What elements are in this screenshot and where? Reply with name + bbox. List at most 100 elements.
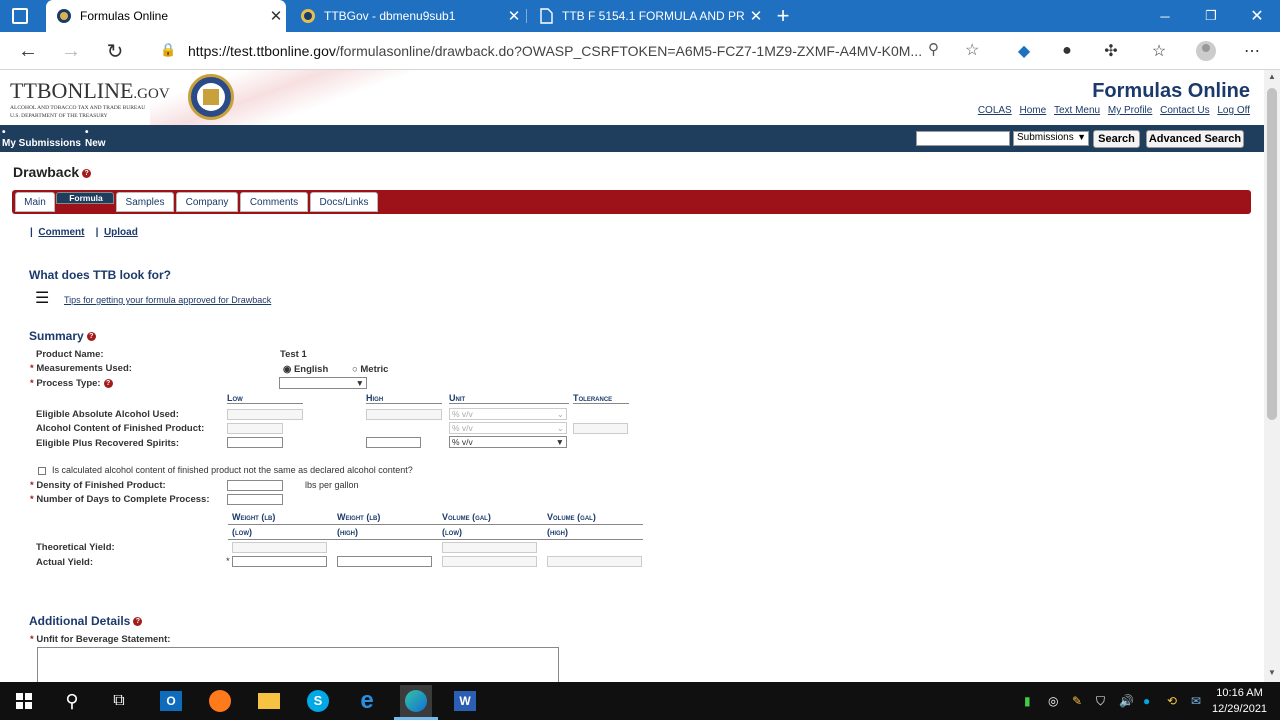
actual-volume-high-input[interactable] [547, 556, 642, 567]
search-input[interactable] [916, 131, 1010, 146]
close-tab-icon[interactable]: ✕ [266, 7, 286, 25]
tray-pen-icon[interactable]: ✎ [1072, 694, 1082, 708]
scrollbar-thumb[interactable] [1267, 88, 1277, 420]
nav-new[interactable]: • New [85, 127, 106, 149]
outlook-icon[interactable]: O [155, 685, 187, 717]
tips-link[interactable]: Tips for getting your formula approved f… [64, 295, 271, 305]
help-icon[interactable]: ? [86, 332, 96, 342]
link-colas[interactable]: COLAS [978, 105, 1012, 116]
eligible-abs-unit-select[interactable]: % v/v ⌄ [449, 408, 567, 420]
add-favorite-icon[interactable]: ☆ [965, 40, 979, 60]
back-button[interactable]: ← [14, 37, 42, 65]
tray-outlook-icon[interactable]: ✉ [1191, 694, 1201, 708]
nav-bar: • My Submissions • New Submissions ▼ Search… [0, 125, 1264, 152]
volume-icon[interactable]: 🔊 [1119, 694, 1134, 708]
tab-formula[interactable]: Formula [56, 192, 114, 204]
browser-tab-ttbgov[interactable]: TTBGov - dbmenu9sub1 ✕ [290, 0, 524, 32]
tab-main[interactable]: Main [15, 192, 55, 212]
nav-my-submissions[interactable]: • My Submissions [2, 127, 81, 149]
upload-link[interactable]: Upload [104, 227, 138, 238]
checkbox-icon[interactable] [38, 466, 46, 475]
theoretical-weight-low-input[interactable] [232, 542, 327, 553]
site-logo[interactable]: TTBONLINE.GOV ALCOHOL AND TOBACCO TAX AN… [10, 78, 170, 120]
favorites-icon[interactable]: ☆ [1145, 37, 1173, 65]
internet-explorer-icon[interactable]: e [351, 685, 383, 717]
extension-turtle-icon[interactable]: ● [1053, 37, 1081, 65]
alcohol-content-tolerance-input[interactable] [573, 423, 628, 434]
eligible-abs-high-input[interactable] [366, 409, 442, 420]
forward-button[interactable]: → [57, 37, 85, 65]
profile-avatar[interactable] [1192, 37, 1220, 65]
advanced-search-button[interactable]: Advanced Search [1146, 130, 1244, 148]
file-explorer-icon[interactable] [253, 685, 285, 717]
comment-link[interactable]: Comment [38, 227, 84, 238]
search-button[interactable]: Search [1093, 130, 1140, 148]
scroll-up-icon[interactable]: ▲ [1268, 72, 1276, 81]
browser-tab-ttb-f5154[interactable]: TTB F 5154.1 FORMULA AND PR ✕ [528, 0, 766, 32]
zoom-icon[interactable]: ⚲ [928, 40, 939, 58]
minimize-button[interactable]: ─ [1142, 0, 1188, 32]
skype-icon[interactable]: S [302, 685, 334, 717]
tab-company[interactable]: Company [176, 192, 238, 212]
metric-radio[interactable]: ○ Metric [352, 364, 388, 375]
eligible-plus-label: Eligible Plus Recovered Spirits: [36, 438, 180, 449]
help-icon[interactable]: ? [103, 378, 113, 388]
close-tab-icon[interactable]: ✕ [746, 7, 766, 25]
extensions-icon[interactable]: ✣ [1097, 37, 1125, 65]
windows-start-icon[interactable] [8, 685, 40, 717]
tray-chrome-icon[interactable]: ◎ [1048, 694, 1058, 708]
tab-samples[interactable]: Samples [116, 192, 174, 212]
eligible-plus-low-input[interactable] [227, 437, 283, 448]
eligible-abs-low-input[interactable] [227, 409, 303, 420]
tab-docs-links[interactable]: Docs/Links [310, 192, 378, 212]
page-title: Drawback? [13, 164, 92, 180]
link-text-menu[interactable]: Text Menu [1054, 105, 1100, 116]
browser-tab-formulas-online[interactable]: Formulas Online ✕ [46, 0, 286, 32]
site-header: TTBONLINE.GOV ALCOHOL AND TOBACCO TAX AN… [0, 70, 1264, 125]
english-radio[interactable]: ◉ English [283, 364, 328, 375]
search-icon[interactable]: ⚲ [56, 685, 88, 717]
edge-icon[interactable] [400, 685, 432, 717]
address-bar[interactable]: 🔒 https://test.ttbonline.gov/formulasonl… [148, 36, 998, 66]
theoretical-volume-low-input[interactable] [442, 542, 537, 553]
link-home[interactable]: Home [1020, 105, 1047, 116]
eligible-plus-high-input[interactable] [366, 437, 421, 448]
unfit-textarea[interactable] [37, 647, 559, 682]
firefox-icon[interactable] [204, 685, 236, 717]
tray-shield-icon[interactable]: ⛉ [1096, 694, 1105, 709]
help-icon[interactable]: ? [82, 168, 92, 178]
days-input[interactable] [227, 494, 283, 505]
actual-weight-high-input[interactable] [337, 556, 432, 567]
calc-checkbox[interactable]: Is calculated alcohol content of finishe… [38, 465, 413, 475]
link-my-profile[interactable]: My Profile [1108, 105, 1152, 116]
close-tab-icon[interactable]: ✕ [504, 7, 524, 25]
new-tab-button[interactable]: + [772, 3, 794, 29]
restore-button[interactable]: ❐ [1188, 0, 1234, 32]
help-icon[interactable]: ? [133, 617, 143, 627]
alcohol-content-unit-select[interactable]: % v/v ⌄ [449, 422, 567, 434]
density-input[interactable] [227, 480, 283, 491]
tray-skype-icon[interactable]: ● [1143, 694, 1150, 708]
tab-comments[interactable]: Comments [240, 192, 308, 212]
actual-weight-low-input[interactable] [232, 556, 327, 567]
taskbar-clock[interactable]: 10:16 AM 12/29/2021 [1212, 685, 1267, 717]
process-type-select[interactable]: ▼ [279, 377, 367, 389]
page-scrollbar[interactable]: ▲ ▼ [1264, 70, 1280, 682]
scroll-down-icon[interactable]: ▼ [1268, 668, 1276, 677]
yield-col-2-sub: (high) [337, 527, 358, 537]
actual-volume-low-input[interactable] [442, 556, 537, 567]
word-icon[interactable]: W [449, 685, 481, 717]
task-view-icon[interactable]: ⧉ [103, 685, 135, 717]
search-type-select[interactable]: Submissions ▼ [1013, 131, 1089, 146]
link-contact-us[interactable]: Contact Us [1160, 105, 1209, 116]
tray-battery-icon[interactable]: ▮ [1024, 694, 1031, 708]
close-window-button[interactable]: ✕ [1234, 0, 1280, 32]
link-log-off[interactable]: Log Off [1217, 105, 1250, 116]
eligible-plus-unit-select[interactable]: % v/v ▼ [449, 436, 567, 448]
alcohol-content-low-input[interactable] [227, 423, 283, 434]
more-menu-icon[interactable]: ⋯ [1238, 37, 1266, 65]
tab-actions-button[interactable] [12, 8, 28, 24]
extension-drop-icon[interactable]: ◆ [1010, 37, 1038, 65]
refresh-button[interactable]: ↻ [101, 37, 129, 65]
tray-sync-icon[interactable]: ⟲ [1167, 694, 1177, 708]
